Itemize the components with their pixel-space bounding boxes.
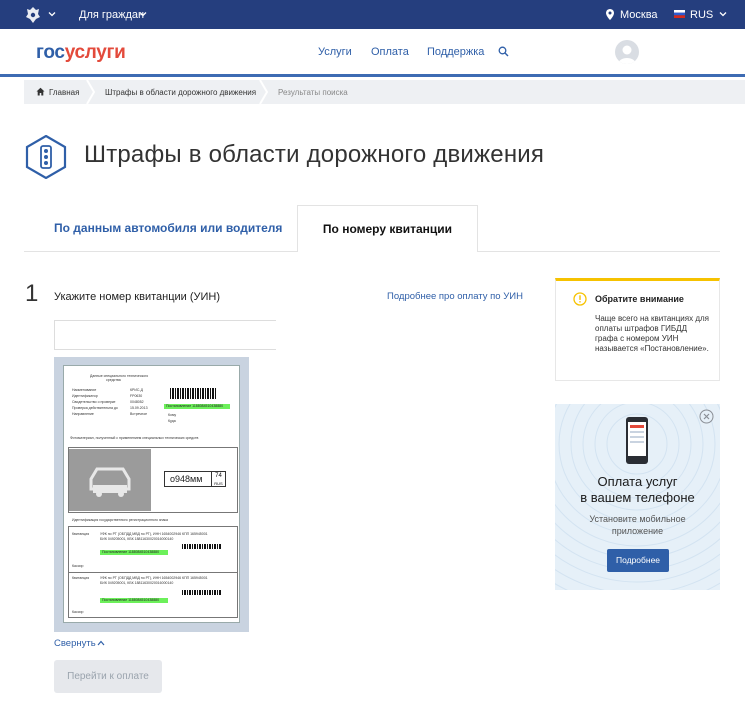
page-title: Штрафы в области дорожного движения: [84, 141, 545, 168]
promo-title: Оплата услуг в вашем телефоне: [555, 474, 720, 506]
receipt-text: FP0630: [130, 394, 143, 398]
receipt-highlight: Постановление 1188084510438880: [164, 404, 230, 409]
step-number: 1: [25, 280, 39, 307]
receipt-text: Встречное: [130, 412, 148, 416]
receipt-text: УФК по РТ (ОБПДД МВД по РТ), ИНН 1654002…: [100, 576, 208, 580]
notice-title: Обратите внимание: [595, 294, 684, 304]
gosuslugi-logo[interactable]: госуслуги: [36, 42, 126, 64]
receipt-sample-image: Данные специального технического средств…: [63, 365, 240, 623]
license-plate: о948мм 74 RUS: [164, 471, 226, 487]
tab-divider: [24, 251, 297, 252]
chevron-down-icon[interactable]: [719, 10, 727, 18]
receipt-text: Квитанция: [72, 576, 90, 580]
notice-card: Обратите внимание Чаще всего на квитанци…: [555, 278, 720, 381]
search-icon[interactable]: [498, 46, 509, 57]
receipt-highlight: Постановление 1188084510438880: [100, 598, 168, 603]
russian-flag-icon: [674, 10, 685, 18]
logo-part-uslugi: услуги: [64, 42, 126, 63]
collapse-link[interactable]: Свернуть: [54, 638, 96, 649]
promo-title-line1: Оплата услуг: [597, 474, 678, 489]
site-header: госуслуги Услуги Оплата Поддержка: [0, 29, 745, 77]
receipt-text: Кассир: [72, 610, 84, 614]
receipt-text: Идентификация государственного регистрац…: [72, 518, 168, 522]
traffic-light-icon: [25, 135, 67, 179]
breadcrumb-separator: [86, 80, 96, 104]
receipt-text: Куда: [168, 419, 176, 423]
receipt-text: Кому: [168, 413, 177, 417]
chevron-up-icon[interactable]: [97, 640, 105, 646]
app-list-line: [630, 436, 644, 438]
receipt-text: средства: [106, 378, 121, 382]
receipt-highlight: Постановление 1188084510438880: [100, 550, 168, 555]
receipt-text: Наименование: [72, 388, 97, 392]
tab-by-receipt[interactable]: По номеру квитанции: [297, 205, 478, 252]
breadcrumb-section[interactable]: Штрафы в области дорожного движения: [105, 88, 256, 97]
promo-title-line2: в вашем телефоне: [580, 490, 695, 505]
chevron-down-icon[interactable]: [139, 10, 147, 18]
breadcrumb-current: Результаты поиска: [278, 88, 348, 97]
app-list-line: [630, 431, 644, 433]
car-icon: [89, 467, 131, 497]
promo-more-button[interactable]: Подробнее: [607, 549, 669, 572]
close-icon[interactable]: [699, 409, 714, 424]
receipt-text: Кассир: [72, 564, 84, 568]
warning-icon: [573, 292, 587, 306]
promo-subtitle-line2: приложение: [611, 526, 664, 536]
receipt-text: Квитанция: [72, 532, 90, 536]
tab-by-vehicle[interactable]: По данным автомобиля или водителя: [54, 221, 282, 235]
chevron-down-icon[interactable]: [48, 10, 56, 18]
promo-subtitle-line1: Установите мобильное: [589, 514, 686, 524]
mobile-app-promo: Оплата услуг в вашем телефоне Установите…: [555, 404, 720, 590]
location-pin-icon: [606, 9, 614, 20]
receipt-text: БИК 049205001, КБК 18811630020016000140: [100, 581, 174, 585]
app-header-bar: [630, 425, 644, 428]
language-selector[interactable]: RUS: [690, 9, 713, 21]
audience-selector[interactable]: Для граждан: [79, 9, 144, 21]
location-selector[interactable]: Москва: [620, 9, 658, 21]
receipt-text: КРИС-Д: [130, 388, 143, 392]
barcode: [170, 388, 216, 399]
coat-of-arms-icon[interactable]: [24, 6, 42, 24]
receipt-text: УФК по РТ (ОБПДД МВД по РТ), ИНН 1654002…: [100, 532, 208, 536]
user-icon: [618, 45, 636, 64]
receipt-text: БИК 049205001, КБК 18811630020016000140: [100, 537, 174, 541]
car-photo: [69, 449, 151, 511]
receipt-text: 15.09.2013: [130, 406, 148, 410]
barcode: [182, 590, 222, 595]
plate-country: RUS: [214, 481, 223, 486]
receipt-text: Идентификатор: [72, 394, 98, 398]
barcode: [182, 544, 222, 549]
tab-by-receipt-label: По номеру квитанции: [322, 222, 453, 236]
receipt-text: 0048052: [130, 400, 144, 404]
breadcrumb-separator: [259, 80, 269, 104]
go-to-payment-button[interactable]: Перейти к оплате: [54, 660, 162, 693]
uin-info-link[interactable]: Подробнее про оплату по УИН: [387, 291, 523, 302]
home-icon[interactable]: [36, 87, 45, 96]
logo-part-gos: гос: [36, 42, 65, 63]
nav-services[interactable]: Услуги: [318, 46, 352, 58]
app-list-line: [630, 441, 644, 443]
user-avatar[interactable]: [615, 40, 639, 64]
uin-input[interactable]: [54, 320, 276, 350]
breadcrumb: Главная Штрафы в области дорожного движе…: [24, 80, 745, 104]
plate-region-box: 74 RUS: [211, 472, 225, 486]
nav-payment[interactable]: Оплата: [371, 46, 409, 58]
step-label: Укажите номер квитанции (УИН): [54, 291, 221, 303]
tab-divider: [478, 251, 720, 252]
notice-text: Чаще всего на квитанциях для оплаты штра…: [595, 314, 709, 353]
promo-subtitle: Установите мобильное приложение: [555, 513, 720, 537]
receipt-text: Свидетельство о проверке: [72, 400, 116, 404]
phone-icon: [626, 417, 648, 464]
plate-number: о948мм: [170, 474, 203, 484]
breadcrumb-home[interactable]: Главная: [49, 88, 79, 97]
receipt-text: Фотоматериал, полученный с применением с…: [70, 436, 199, 440]
receipt-text: Проверка действительна до: [72, 406, 118, 410]
receipt-text: Направление: [72, 412, 94, 416]
plate-region: 74: [215, 473, 222, 479]
top-bar: Для граждан Москва RUS: [0, 0, 745, 29]
phone-screen: [628, 422, 646, 456]
nav-support[interactable]: Поддержка: [427, 46, 484, 58]
receipt-divider: [68, 572, 238, 573]
